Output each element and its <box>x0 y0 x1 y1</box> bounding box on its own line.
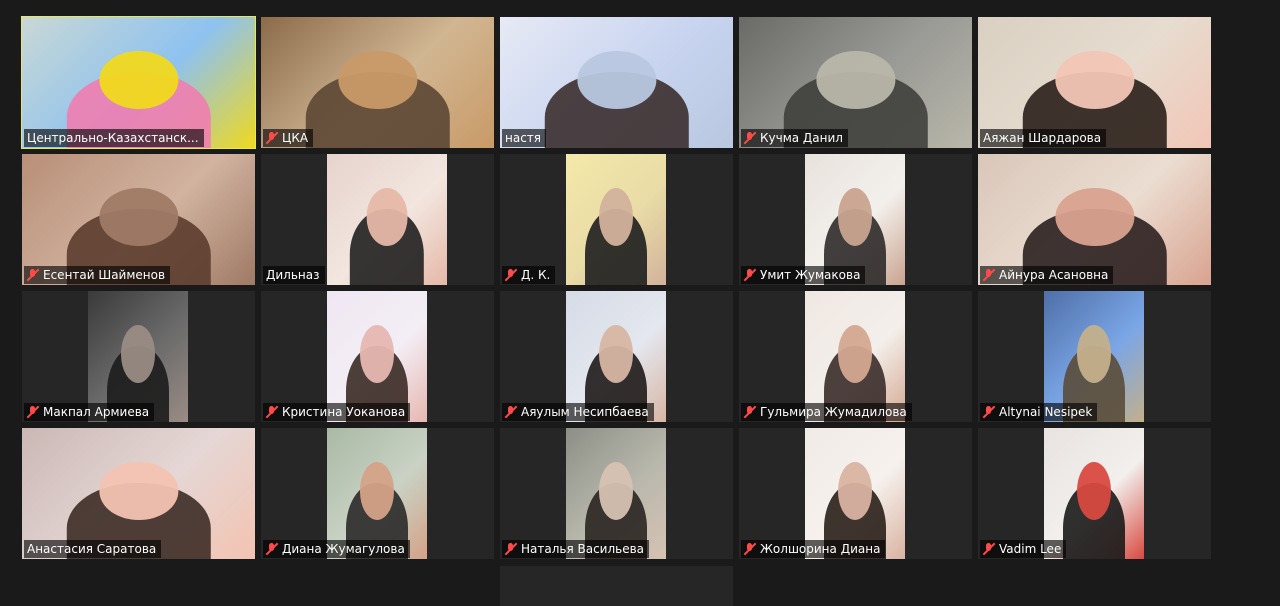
participant-face <box>1077 462 1111 520</box>
participant-name: Дильназ <box>266 268 320 282</box>
participant-video <box>566 154 666 285</box>
participant-face <box>1077 325 1111 383</box>
participant-name: Жолшорина Диана <box>760 542 881 556</box>
participant-name-label: Аяулым Несипбаева <box>502 403 654 421</box>
empty-tile <box>500 566 733 606</box>
participant-tile[interactable]: Макпал Армиева <box>22 291 255 422</box>
participant-name: Наталья Васильева <box>521 542 645 556</box>
mic-muted-icon <box>505 543 517 555</box>
mic-muted-icon <box>266 132 278 144</box>
participant-face <box>815 51 896 109</box>
participant-face <box>838 188 872 246</box>
mic-muted-icon <box>266 406 278 418</box>
participant-name: Диана Жумагулова <box>282 542 405 556</box>
participant-face <box>337 51 418 109</box>
participant-face <box>599 462 633 520</box>
participant-name-label: Наталья Васильева <box>502 540 650 558</box>
participant-name-label: Vadim Lee <box>980 540 1067 558</box>
participant-name-label: Айнура Асановна <box>980 266 1114 284</box>
participant-name: Есентай Шайменов <box>43 268 166 282</box>
participant-tile[interactable]: Аяулым Несипбаева <box>500 291 733 422</box>
participant-face <box>98 188 179 246</box>
participant-tile[interactable]: Vadim Lee <box>978 428 1211 559</box>
participant-name: Кучма Данил <box>760 131 843 145</box>
mic-muted-icon <box>505 406 517 418</box>
participant-name-label: настя <box>502 129 547 147</box>
participant-tile[interactable]: Жолшорина Диана <box>739 428 972 559</box>
participant-name-label: Жолшорина Диана <box>741 540 886 558</box>
participant-face <box>366 188 408 246</box>
participant-tile[interactable]: Наталья Васильева <box>500 428 733 559</box>
participant-tile[interactable]: Айнура Асановна <box>978 154 1211 285</box>
participant-name-label: Д. К. <box>502 266 556 284</box>
participant-name-label: ЦКА <box>263 129 314 147</box>
participant-tile[interactable]: Умит Жумакова <box>739 154 972 285</box>
mic-muted-icon <box>744 406 756 418</box>
participant-name: Умит Жумакова <box>760 268 861 282</box>
participant-name: ЦКА <box>282 131 309 145</box>
participant-face <box>838 325 872 383</box>
participant-face <box>121 325 155 383</box>
mic-muted-icon <box>27 406 39 418</box>
participant-name: Кристина Уоканова <box>282 405 406 419</box>
video-grid: Центрально-Казахстанск... ЦКА настя Кучма Д… <box>0 0 1280 606</box>
participant-tile[interactable]: Диана Жумагулова <box>261 428 494 559</box>
participant-tile[interactable]: Аяжан Шардарова <box>978 17 1211 148</box>
participant-name-label: Макпал Армиева <box>24 403 155 421</box>
participant-name: Гульмира Жумадилова <box>760 405 907 419</box>
participant-name: настя <box>505 131 542 145</box>
participant-face <box>576 51 657 109</box>
participant-name-label: Кристина Уоканова <box>263 403 411 421</box>
participant-face <box>599 325 633 383</box>
participant-name-label: Анастасия Саратова <box>24 540 162 558</box>
participant-name-label: Есентай Шайменов <box>24 266 171 284</box>
participant-name-label: Аяжан Шардарова <box>980 129 1107 147</box>
participant-name-label: Диана Жумагулова <box>263 540 410 558</box>
participant-name: Аяулым Несипбаева <box>521 405 649 419</box>
participant-tile[interactable]: Анастасия Саратова <box>22 428 255 559</box>
participant-tile[interactable]: ЦКА <box>261 17 494 148</box>
mic-muted-icon <box>983 269 995 281</box>
participant-name-label: Центрально-Казахстанск... <box>24 129 204 147</box>
mic-muted-icon <box>266 543 278 555</box>
participant-tile[interactable]: Кристина Уоканова <box>261 291 494 422</box>
participant-tile[interactable]: Центрально-Казахстанск... <box>21 16 256 149</box>
mic-muted-icon <box>744 132 756 144</box>
participant-name: Макпал Армиева <box>43 405 150 419</box>
participant-name-label: Дильназ <box>263 266 325 284</box>
participant-tile[interactable]: Д. К. <box>500 154 733 285</box>
participant-face <box>599 188 633 246</box>
participant-video <box>327 154 447 285</box>
participant-face <box>98 51 179 109</box>
participant-tile[interactable]: Altynai Nesipek <box>978 291 1211 422</box>
participant-name-label: Гульмира Жумадилова <box>741 403 912 421</box>
mic-muted-icon <box>505 269 517 281</box>
mic-muted-icon <box>27 269 39 281</box>
participant-face <box>98 462 179 520</box>
participant-tile[interactable]: Есентай Шайменов <box>22 154 255 285</box>
mic-muted-icon <box>744 269 756 281</box>
participant-name: Vadim Lee <box>999 542 1062 556</box>
participant-name: Анастасия Саратова <box>27 542 157 556</box>
participant-name-label: Умит Жумакова <box>741 266 866 284</box>
mic-muted-icon <box>983 543 995 555</box>
participant-name: Altynai Nesipek <box>999 405 1093 419</box>
participant-name: Д. К. <box>521 268 551 282</box>
mic-muted-icon <box>744 543 756 555</box>
participant-face <box>838 462 872 520</box>
participant-tile[interactable]: Дильназ <box>261 154 494 285</box>
mic-muted-icon <box>983 406 995 418</box>
participant-tile[interactable]: Кучма Данил <box>739 17 972 148</box>
participant-name-label: Altynai Nesipek <box>980 403 1098 421</box>
participant-face <box>360 325 394 383</box>
participant-name: Айнура Асановна <box>999 268 1109 282</box>
participant-face <box>1054 188 1135 246</box>
participant-face <box>360 462 394 520</box>
participant-face <box>1054 51 1135 109</box>
participant-name: Центрально-Казахстанск... <box>27 131 199 145</box>
participant-name: Аяжан Шардарова <box>983 131 1102 145</box>
participant-tile[interactable]: настя <box>500 17 733 148</box>
participant-tile[interactable]: Гульмира Жумадилова <box>739 291 972 422</box>
participant-name-label: Кучма Данил <box>741 129 848 147</box>
